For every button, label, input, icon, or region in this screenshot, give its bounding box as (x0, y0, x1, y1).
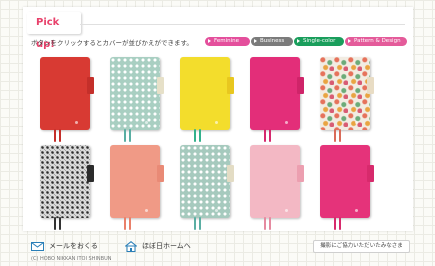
bookmark-ribbon (269, 217, 271, 230)
cover-tab (87, 165, 94, 182)
cover-logo-icon (75, 209, 78, 212)
cover-logo-icon (75, 121, 78, 124)
cover-logo-icon (355, 209, 358, 212)
cover-mint-dots[interactable] (110, 57, 164, 142)
bookmark-ribbon (54, 217, 56, 230)
cover-black-white-lattice[interactable] (40, 145, 94, 230)
send-mail-link[interactable]: メールをおくる (31, 240, 98, 252)
pickup-label: Pick up! (27, 12, 81, 50)
bookmark-ribbon (129, 217, 131, 230)
bookmark-ribbon (194, 129, 196, 142)
cover-yellow[interactable] (180, 57, 234, 142)
mail-icon (31, 241, 44, 251)
bookmark-ribbon (339, 217, 341, 230)
cover-logo-icon (145, 121, 148, 124)
cover-logo-icon (355, 121, 358, 124)
home-icon (125, 240, 137, 252)
cover-magenta[interactable] (320, 145, 374, 230)
sort-instruction: ボタンをクリックするとカバーが並びかえができます。 (31, 39, 193, 47)
filter-business-button[interactable]: Business (251, 37, 293, 46)
cover-tab (157, 77, 164, 94)
cover-logo-icon (145, 209, 148, 212)
cover-tab (87, 77, 94, 94)
play-icon (297, 39, 300, 43)
bookmark-ribbon (124, 129, 126, 142)
play-icon (208, 39, 211, 43)
hobonichi-home-link[interactable]: ほぼ日ホームへ (125, 240, 191, 252)
bookmark-ribbon (199, 217, 201, 230)
cover-tab (297, 77, 304, 94)
cover-mint-dots-2[interactable] (180, 145, 234, 230)
bookmark-ribbon (194, 217, 196, 230)
cover-logo-icon (215, 121, 218, 124)
cover-tab (157, 165, 164, 182)
play-icon (254, 39, 257, 43)
filter-label: Single-color (303, 38, 336, 44)
bookmark-ribbon (59, 217, 61, 230)
bookmark-ribbon (264, 129, 266, 142)
filter-pattern-design-button[interactable]: Pattern & Design (345, 37, 407, 46)
cover-tab (297, 165, 304, 182)
hobonichi-home-label: ほぼ日ホームへ (142, 242, 191, 250)
credits-label: 撮影にご協力いただいたみなさま (320, 243, 403, 249)
play-icon (348, 39, 351, 43)
cover-logo-icon (215, 209, 218, 212)
send-mail-label: メールをおくる (49, 242, 98, 250)
section-title: Pick up! (36, 17, 60, 50)
bookmark-ribbon (334, 129, 336, 142)
bookmark-ribbon (334, 217, 336, 230)
bookmark-ribbon (54, 129, 56, 142)
cover-logo-icon (285, 209, 288, 212)
filter-feminine-button[interactable]: Feminine (205, 37, 250, 46)
cover-salmon[interactable] (110, 145, 164, 230)
filter-label: Business (260, 38, 285, 44)
cover-tab (367, 77, 374, 94)
bookmark-ribbon (124, 217, 126, 230)
cover-tab (227, 165, 234, 182)
cover-tab (227, 77, 234, 94)
cover-floral[interactable] (320, 57, 374, 142)
copyright: (C) HOBO NIKKAN ITOI SHINBUN (31, 256, 112, 262)
cover-logo-icon (285, 121, 288, 124)
cover-tab (367, 165, 374, 182)
filter-label: Pattern & Design (354, 38, 401, 44)
bookmark-ribbon (129, 129, 131, 142)
filter-label: Feminine (214, 38, 240, 44)
bookmark-ribbon (339, 129, 341, 142)
bookmark-ribbon (199, 129, 201, 142)
bookmark-ribbon (269, 129, 271, 142)
cover-light-pink[interactable] (250, 145, 304, 230)
cover-pink[interactable] (250, 57, 304, 142)
bookmark-ribbon (264, 217, 266, 230)
bookmark-ribbon (59, 129, 61, 142)
cover-red[interactable] (40, 57, 94, 142)
credits-button[interactable]: 撮影にご協力いただいたみなさま (313, 240, 410, 253)
filter-single-color-button[interactable]: Single-color (294, 37, 344, 46)
divider (80, 24, 405, 25)
